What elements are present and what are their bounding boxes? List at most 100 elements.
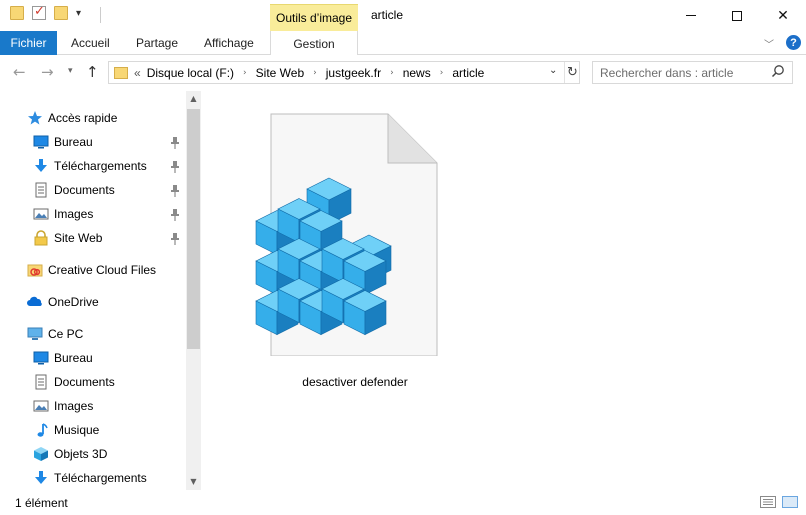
tree-item-creative-cloud-files[interactable]: Creative Cloud Files [27, 259, 156, 281]
star-icon [28, 111, 42, 125]
search-icon[interactable] [771, 64, 785, 78]
tree-item-label: Accès rapide [48, 111, 118, 125]
tree-item-bureau[interactable]: Bureau [33, 347, 93, 369]
tree-item-label: Bureau [54, 135, 93, 149]
breadcrumb-overflow[interactable]: « [134, 66, 141, 80]
new-folder-icon[interactable] [54, 6, 68, 20]
properties-icon[interactable] [32, 4, 46, 20]
chevron-right-icon[interactable]: › [390, 68, 394, 78]
tab-accueil[interactable]: Accueil [71, 31, 110, 55]
nav-pane-scrollbar[interactable]: ▲ ▼ [186, 91, 201, 490]
recent-locations-chevron-icon[interactable]: ▾ [68, 66, 73, 76]
breadcrumb-item[interactable]: justgeek.fr [326, 66, 381, 80]
images-icon [33, 400, 49, 412]
maximize-icon [732, 10, 742, 21]
large-icons-view-icon[interactable] [782, 496, 798, 508]
documents-icon [35, 374, 47, 390]
folder-icon[interactable] [10, 6, 24, 20]
forward-arrow-icon[interactable]: → [41, 63, 54, 81]
chevron-right-icon[interactable]: › [313, 68, 317, 78]
pin-icon[interactable] [170, 185, 180, 197]
file-list[interactable]: desactiver defender [201, 91, 806, 490]
locked-folder-icon [34, 230, 48, 246]
file-item[interactable]: desactiver defender [221, 111, 461, 389]
status-bar: 1 élément [0, 490, 806, 515]
pin-icon[interactable] [170, 137, 180, 149]
chevron-right-icon[interactable]: › [243, 68, 247, 78]
tree-item-label: Téléchargements [54, 471, 147, 485]
close-button[interactable]: ✕ [760, 0, 806, 31]
details-view-icon[interactable] [760, 496, 776, 508]
navigation-pane: Accès rapide Bureau Téléchargements Docu… [0, 91, 186, 490]
tree-item-label: Musique [54, 423, 100, 437]
tree-item-label: Images [54, 399, 94, 413]
scroll-up-arrow-icon[interactable]: ▲ [186, 94, 201, 103]
pin-icon[interactable] [170, 161, 180, 173]
address-bar[interactable]: « Disque local (F:) › Site Web › justgee… [108, 61, 580, 84]
expand-ribbon-chevron-icon[interactable]: ﹀ [764, 36, 774, 51]
tree-item-label: Bureau [54, 351, 93, 365]
tree-item-bureau[interactable]: Bureau [33, 131, 93, 153]
navigation-bar: ← → ▾ ↑ « Disque local (F:) › Site Web ›… [0, 55, 806, 91]
tree-item-images[interactable]: Images [33, 203, 93, 225]
breadcrumb-item[interactable]: Site Web [256, 66, 304, 80]
download-icon [35, 159, 47, 172]
chevron-right-icon[interactable]: › [440, 68, 444, 78]
breadcrumb-item[interactable]: Disque local (F:) [147, 66, 234, 80]
registry-file-icon [255, 113, 438, 357]
images-icon [33, 208, 49, 220]
tree-item-label: Documents [54, 375, 115, 389]
tree-item-telechargements[interactable]: Téléchargements [33, 467, 147, 489]
desktop-icon [33, 135, 49, 149]
pin-icon[interactable] [170, 209, 180, 221]
up-arrow-icon[interactable]: ↑ [86, 63, 99, 81]
title-bar: ▾ Outils d’image article ✕ [0, 0, 806, 31]
help-icon[interactable]: ? [786, 35, 801, 50]
pin-icon[interactable] [170, 233, 180, 245]
search-box[interactable] [592, 61, 793, 84]
scrollbar-thumb[interactable] [187, 109, 200, 349]
tree-item-label: Site Web [54, 231, 103, 245]
tab-fichier[interactable]: Fichier [0, 31, 57, 55]
tree-item-label: OneDrive [48, 295, 99, 309]
tree-item-label: Documents [54, 183, 115, 197]
tab-partage[interactable]: Partage [136, 31, 178, 55]
tree-item-ce-pc[interactable]: Ce PC [27, 323, 83, 345]
tree-item-onedrive[interactable]: OneDrive [27, 291, 99, 313]
tree-item-label: Objets 3D [54, 447, 108, 461]
back-arrow-icon[interactable]: ← [13, 63, 26, 81]
desktop-icon [33, 351, 49, 365]
folder-icon [114, 66, 128, 79]
tree-item-quick-access[interactable]: Accès rapide [27, 107, 117, 129]
tree-item-label: Images [54, 207, 94, 221]
search-input[interactable] [593, 62, 763, 83]
breadcrumb: « Disque local (F:) › Site Web › justgee… [134, 66, 484, 80]
tree-item-documents[interactable]: Documents [33, 371, 115, 393]
item-count: 1 élément [15, 496, 68, 510]
tree-item-telechargements[interactable]: Téléchargements [33, 155, 147, 177]
customize-toolbar-chevron-icon[interactable]: ▾ [76, 8, 81, 19]
tab-affichage[interactable]: Affichage [204, 31, 254, 55]
minimize-icon [686, 15, 696, 16]
3d-objects-icon [34, 447, 48, 461]
tree-item-images[interactable]: Images [33, 395, 93, 417]
tree-item-site-web[interactable]: Site Web [33, 227, 102, 249]
tree-item-label: Ce PC [48, 327, 84, 341]
tree-item-musique[interactable]: Musique [33, 419, 99, 441]
refresh-icon[interactable]: ↻ [564, 62, 580, 83]
tree-item-documents[interactable]: Documents [33, 179, 115, 201]
breadcrumb-item[interactable]: article [452, 66, 484, 80]
file-name: desactiver defender [302, 375, 408, 389]
tab-gestion[interactable]: Gestion [270, 31, 358, 56]
tree-item-label: Téléchargements [54, 159, 147, 173]
address-history-chevron-icon[interactable]: ⌄ [549, 65, 557, 76]
creative-cloud-folder-icon [27, 264, 43, 277]
scroll-down-arrow-icon[interactable]: ▼ [186, 477, 201, 486]
context-tab-image-tools: Outils d’image [270, 4, 358, 31]
breadcrumb-item[interactable]: news [403, 66, 431, 80]
maximize-button[interactable] [714, 0, 760, 31]
tree-item-objets-3d[interactable]: Objets 3D [33, 443, 107, 465]
ribbon-tabs: Fichier Accueil Partage Affichage Gestio… [0, 31, 806, 56]
computer-icon [27, 327, 43, 340]
minimize-button[interactable] [668, 0, 714, 31]
